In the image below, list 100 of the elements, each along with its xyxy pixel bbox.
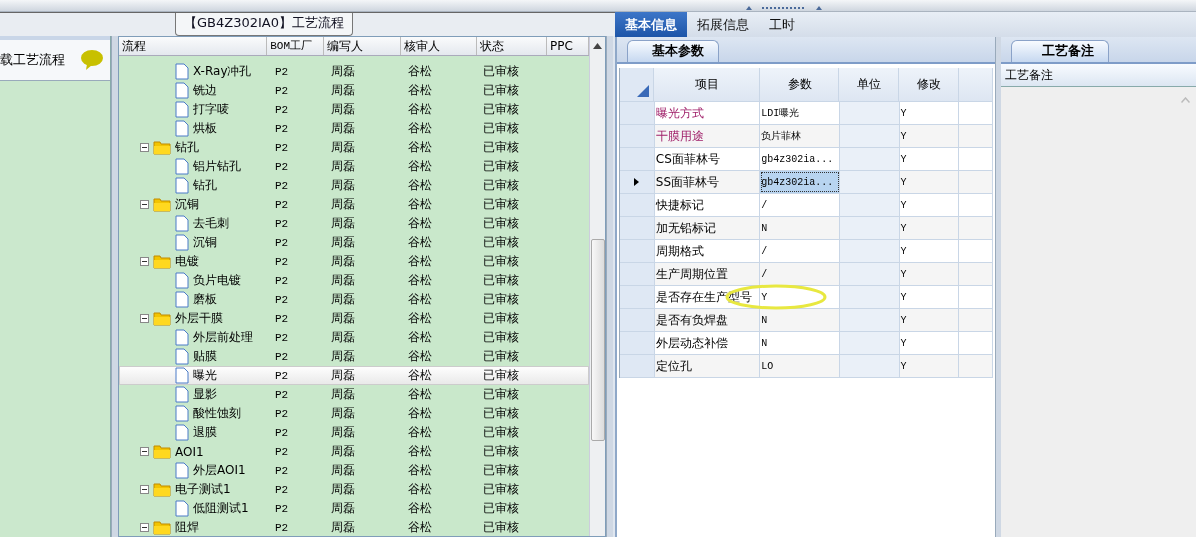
column-header[interactable]: 核审人 (401, 37, 477, 55)
tree-row[interactable]: 钻孔 P2 周磊 谷松 已审核 (119, 138, 589, 157)
table-cell-text: 周磊 (330, 481, 356, 498)
row-header-cell[interactable] (620, 263, 655, 285)
table-cell: Y (900, 153, 907, 165)
scroll-thumb[interactable] (590, 239, 605, 441)
row-header-cell[interactable] (620, 332, 655, 354)
tree-row[interactable]: 酸性蚀刻 P2 周磊 谷松 已审核 (119, 404, 589, 423)
table-cell[interactable]: 负片菲林 (761, 129, 802, 143)
table-cell[interactable]: / (761, 268, 768, 280)
speech-bubble-icon[interactable] (80, 49, 104, 71)
table-cell[interactable]: / (761, 199, 768, 211)
tree-row[interactable]: 沉铜 P2 周磊 谷松 已审核 (119, 233, 589, 252)
flow-tab[interactable]: 【GB4Z302IA0】工艺流程 (175, 13, 353, 36)
scrollbar[interactable] (589, 37, 605, 536)
table-cell: 加无铅标记 (655, 219, 716, 237)
corner-cell[interactable] (620, 68, 654, 101)
column-header[interactable]: 修改 (899, 68, 960, 101)
tree-row[interactable]: 电子测试1 P2 周磊 谷松 已审核 (119, 480, 589, 499)
table-cell-text: P2 (274, 350, 290, 363)
sub-tab[interactable]: 基本参数 (627, 40, 719, 62)
tree-row[interactable]: 贴膜 P2 周磊 谷松 已审核 (119, 347, 589, 366)
table-cell[interactable]: N (761, 314, 768, 326)
table-cell[interactable]: / (761, 245, 768, 257)
table-cell[interactable]: gb4z302ia... (761, 153, 834, 165)
column-header[interactable]: 流程 (119, 37, 268, 55)
row-header-cell[interactable] (620, 171, 655, 193)
tree-row[interactable]: 钻孔 P2 周磊 谷松 已审核 (119, 176, 589, 195)
sub-tab[interactable]: 工艺备注 (1011, 40, 1109, 62)
scroll-up-icon[interactable] (593, 43, 602, 49)
tree-row[interactable]: X-Ray冲孔 P2 周磊 谷松 已审核 (119, 62, 589, 81)
tree-row[interactable]: 打字唛 P2 周磊 谷松 已审核 (119, 100, 589, 119)
row-header-cell[interactable] (620, 309, 655, 331)
row-header-cell[interactable] (620, 286, 655, 308)
collapse-icon[interactable] (140, 447, 149, 456)
collapse-icon[interactable] (140, 314, 149, 323)
folder-icon (153, 197, 171, 212)
document-icon (175, 215, 189, 232)
column-header[interactable]: 参数 (759, 68, 840, 101)
splitter-handle[interactable] (995, 37, 1001, 537)
tab[interactable]: 基本信息 (615, 12, 687, 37)
collapse-icon[interactable] (140, 257, 149, 266)
column-header[interactable]: PPC (547, 37, 589, 55)
panel-header: 工艺备注 (1001, 64, 1196, 87)
column-header[interactable]: 状态 (476, 37, 548, 55)
table-cell: 定位孔 (655, 357, 692, 375)
table-cell-text: 谷松 (407, 462, 433, 479)
collapse-icon[interactable] (140, 200, 149, 209)
tree-row[interactable]: 退膜 P2 周磊 谷松 已审核 (119, 423, 589, 442)
folder-icon (153, 482, 171, 497)
table-cell-text: 周磊 (330, 272, 356, 289)
tab[interactable]: 工时 (759, 12, 805, 37)
column-header[interactable]: 编写人 (324, 37, 402, 55)
table-cell: Y (900, 291, 907, 303)
row-header-cell[interactable] (620, 355, 655, 377)
table-cell-text: 已审核 (482, 310, 520, 327)
splitter-handle[interactable] (111, 36, 118, 537)
row-header-cell[interactable] (620, 148, 655, 170)
table-cell-text: 周磊 (330, 101, 356, 118)
grip-icon[interactable] (744, 5, 824, 11)
tree-row[interactable]: 沉铜 P2 周磊 谷松 已审核 (119, 195, 589, 214)
table-cell-text: 已审核 (482, 348, 520, 365)
row-header-cell[interactable] (620, 194, 655, 216)
table-cell-text: 已审核 (482, 500, 520, 517)
tree-row[interactable]: 外层前处理 P2 周磊 谷松 已审核 (119, 328, 589, 347)
table-cell-text: 谷松 (407, 481, 433, 498)
table-cell-text: 周磊 (330, 329, 356, 346)
collapse-icon[interactable] (140, 523, 149, 532)
table-cell[interactable]: Y (761, 291, 768, 303)
row-header-cell[interactable] (620, 240, 655, 262)
tree-row[interactable]: 电镀 P2 周磊 谷松 已审核 (119, 252, 589, 271)
table-cell[interactable]: N (761, 222, 768, 234)
table-cell[interactable]: N (761, 337, 768, 349)
tree-row[interactable]: 负片电镀 P2 周磊 谷松 已审核 (119, 271, 589, 290)
row-header-cell[interactable] (620, 217, 655, 239)
document-icon (175, 405, 189, 422)
tree-row[interactable]: 磨板 P2 周磊 谷松 已审核 (119, 290, 589, 309)
tree-row[interactable]: 显影 P2 周磊 谷松 已审核 (119, 385, 589, 404)
column-header[interactable]: 项目 (653, 68, 760, 101)
column-header[interactable]: BOM工厂 (267, 37, 325, 55)
tree-row[interactable]: 曝光 P2 周磊 谷松 已审核 (119, 366, 589, 385)
row-header-cell[interactable] (620, 102, 655, 124)
splitter-handle[interactable] (606, 36, 613, 537)
tree-row[interactable]: 铝片钻孔 P2 周磊 谷松 已审核 (119, 157, 589, 176)
tree-row[interactable]: 去毛刺 P2 周磊 谷松 已审核 (119, 214, 589, 233)
table-cell[interactable]: LO (761, 360, 774, 372)
tab[interactable]: 拓展信息 (687, 12, 759, 37)
tree-row[interactable]: 外层干膜 P2 周磊 谷松 已审核 (119, 309, 589, 328)
tree-row[interactable]: 阻焊 P2 周磊 谷松 已审核 (119, 518, 589, 536)
collapse-icon[interactable] (140, 485, 149, 494)
row-header-cell[interactable] (620, 125, 655, 147)
tree-row[interactable]: 低阻测试1 P2 周磊 谷松 已审核 (119, 499, 589, 518)
tree-row[interactable]: AOI1 P2 周磊 谷松 已审核 (119, 442, 589, 461)
tree-row[interactable]: 外层AOI1 P2 周磊 谷松 已审核 (119, 461, 589, 480)
collapse-icon[interactable] (140, 143, 149, 152)
table-cell[interactable]: LDI曝光 (761, 106, 800, 120)
tree-row[interactable]: 烘板 P2 周磊 谷松 已审核 (119, 119, 589, 138)
tree-row[interactable]: 铣边 P2 周磊 谷松 已审核 (119, 81, 589, 100)
table-cell-text: 谷松 (407, 120, 433, 137)
column-header[interactable]: 单位 (839, 68, 900, 101)
